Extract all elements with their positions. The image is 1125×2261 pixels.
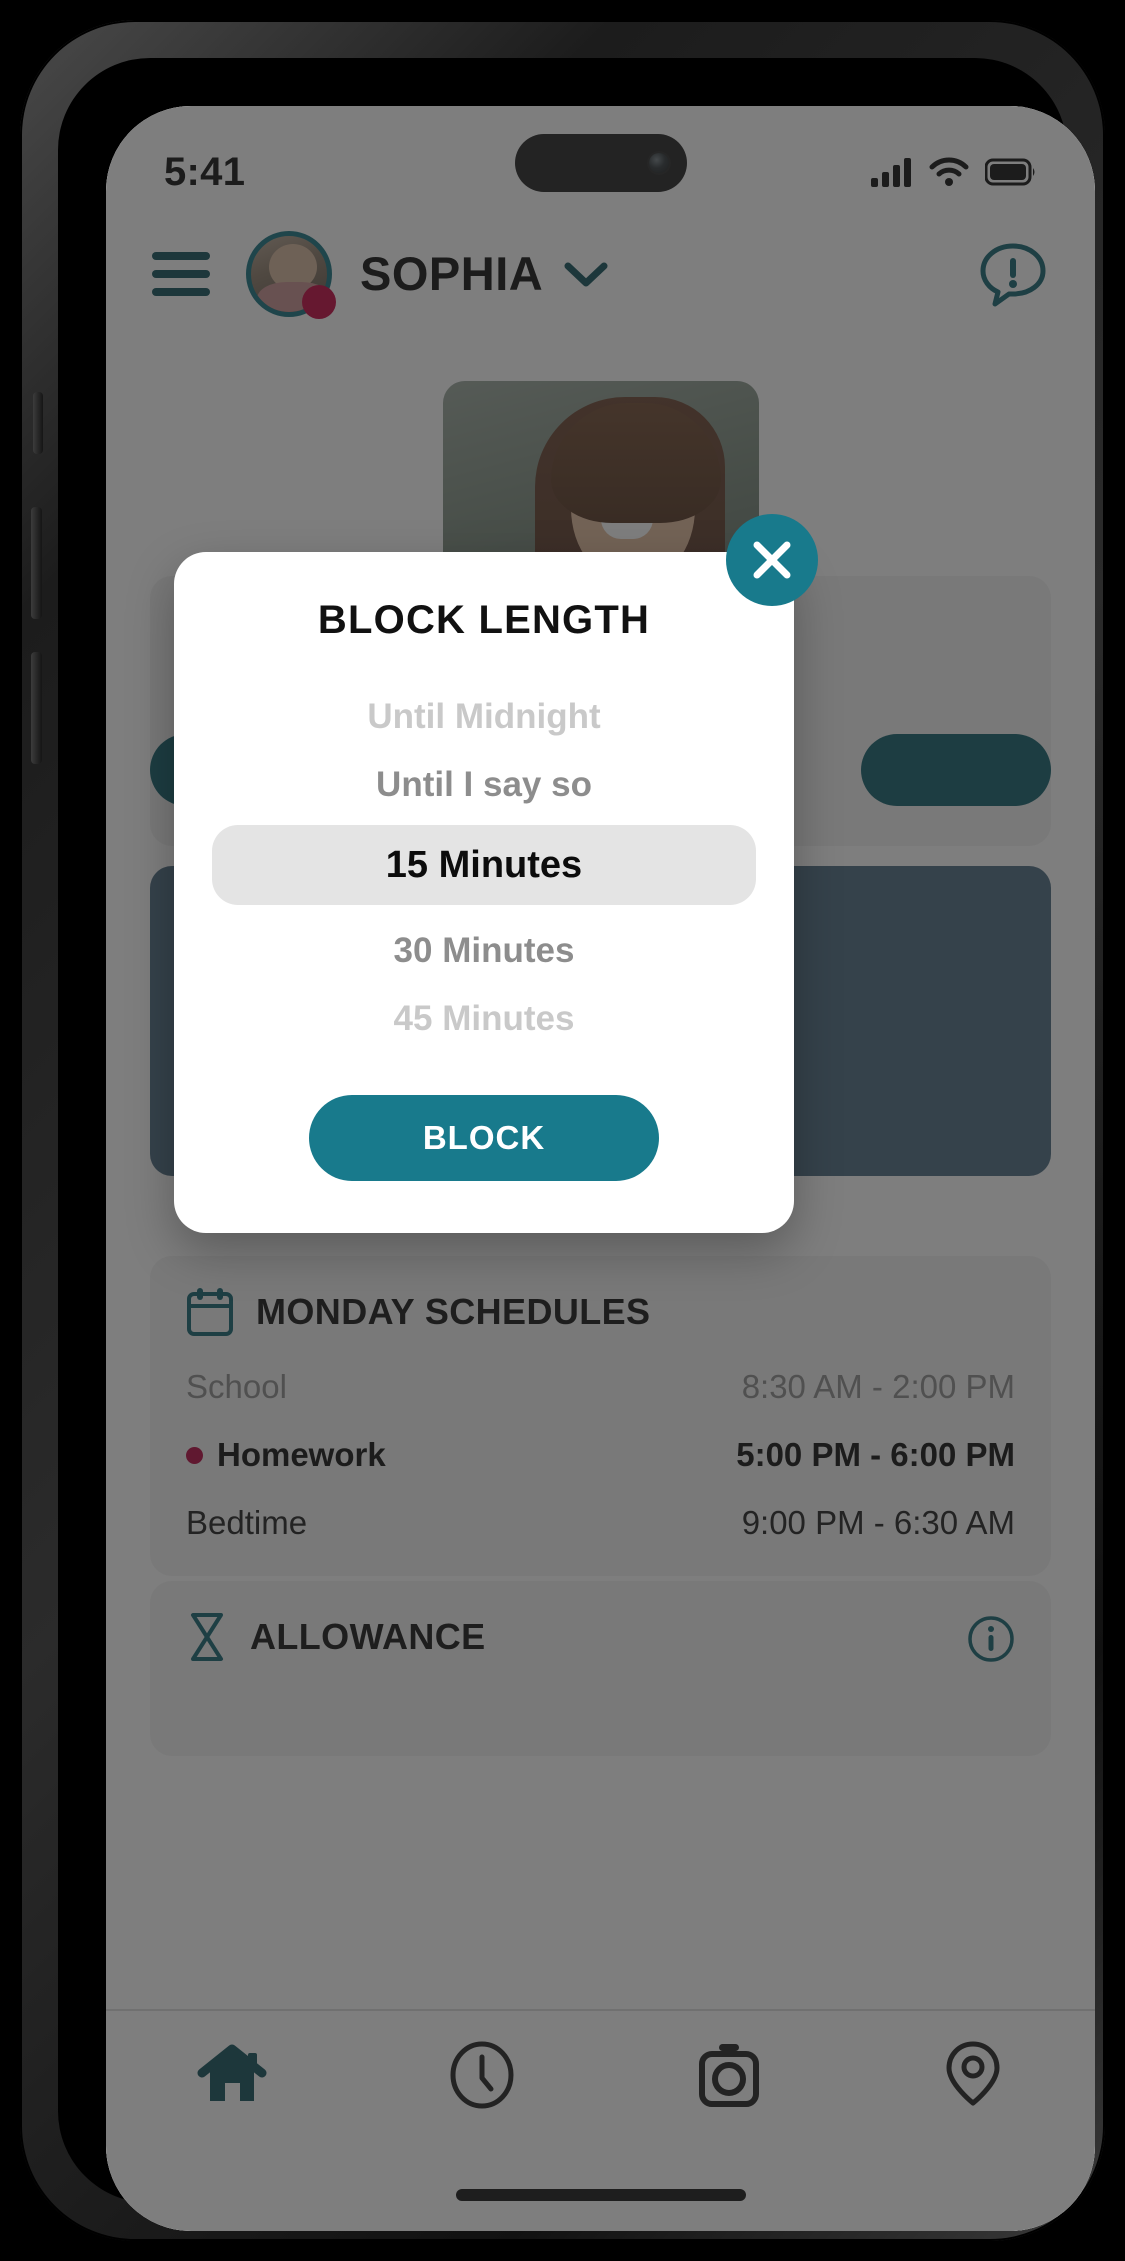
option-until-midnight[interactable]: Until Midnight <box>212 689 756 745</box>
option-30-minutes[interactable]: 30 Minutes <box>212 923 756 979</box>
option-until-i-say-so[interactable]: Until I say so <box>212 757 756 813</box>
close-icon[interactable] <box>726 514 818 606</box>
block-length-options: Until Midnight Until I say so 15 Minutes… <box>212 689 756 1047</box>
option-15-minutes[interactable]: 15 Minutes <box>212 825 756 905</box>
phone-bezel: 5:41 <box>58 58 1095 2231</box>
option-45-minutes[interactable]: 45 Minutes <box>212 991 756 1047</box>
volume-down-button[interactable] <box>31 652 42 764</box>
silent-switch[interactable] <box>33 392 43 454</box>
modal-title: BLOCK LENGTH <box>317 598 651 642</box>
phone-screen: 5:41 <box>106 106 1095 2231</box>
block-length-modal: BLOCK LENGTH Until Midnight Until I say … <box>174 514 818 1233</box>
block-confirm-button[interactable]: BLOCK <box>309 1095 659 1181</box>
volume-up-button[interactable] <box>31 507 42 619</box>
phone-frame: 5:41 <box>20 20 1105 2241</box>
